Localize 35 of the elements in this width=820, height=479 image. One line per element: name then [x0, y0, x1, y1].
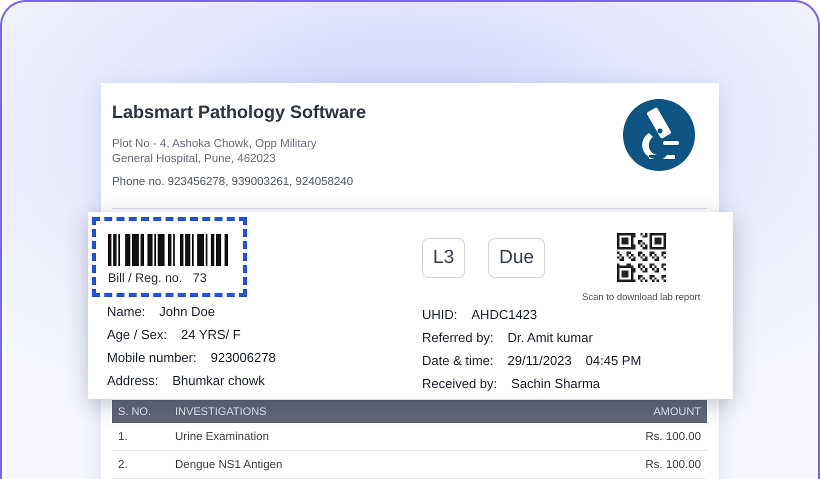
field-value: 24 YRS/ F: [180, 327, 241, 344]
lab-title: Labsmart Pathology Software: [112, 102, 366, 123]
field-label: Name:: [107, 304, 146, 321]
field-value: 04:45 PM: [586, 353, 642, 370]
column-header: S. NO.: [118, 406, 152, 418]
table-cell-text: Urine Examination: [175, 430, 270, 442]
table-cell-text: 1.: [118, 430, 129, 442]
column-header: AMOUNT: [652, 406, 701, 418]
field-value: 923006278: [210, 350, 276, 367]
field-label: Date & time:: [422, 353, 494, 370]
field-label: Age / Sex:: [107, 327, 167, 344]
field-value: Sachin Sharma: [511, 376, 600, 393]
field-value: Bhumkar chowk: [172, 373, 265, 390]
field-value: 29/11/2023: [508, 353, 572, 370]
qr-caption: Scan to download lab report: [582, 292, 700, 303]
field-label: UHID:: [422, 307, 458, 324]
column-header: INVESTIGATIONS: [175, 406, 268, 418]
field-value: Dr. Amit kumar: [508, 330, 593, 347]
lab-phone: Phone no. 923456278, 939003261, 924058240: [112, 176, 354, 188]
field-label: Mobile number:: [107, 350, 197, 367]
field-label: Received by:: [422, 376, 498, 393]
field-value: AHDC1423: [471, 307, 538, 324]
bill-number: Bill / Reg. no. 73: [108, 271, 208, 285]
microscope-logo-icon: [623, 99, 695, 171]
field-label: Address:: [107, 373, 158, 390]
table-cell-text: Dengue NS1 Antigen: [175, 458, 284, 470]
field-label: Referred by:: [422, 330, 494, 347]
table-cell-text: Rs. 100.00: [644, 458, 701, 470]
field-value: John Doe: [159, 304, 215, 321]
table-cell-text: 2.: [118, 458, 129, 470]
status-badge: Due: [488, 238, 545, 278]
qr-code: [616, 233, 666, 282]
lab-address: Plot No - 4, Ashoka Chowk, Opp Military General Hospital, Pune, 462023: [112, 137, 318, 167]
status-badge: L3: [422, 238, 466, 278]
table-cell-text: Rs. 100.00: [644, 430, 701, 442]
